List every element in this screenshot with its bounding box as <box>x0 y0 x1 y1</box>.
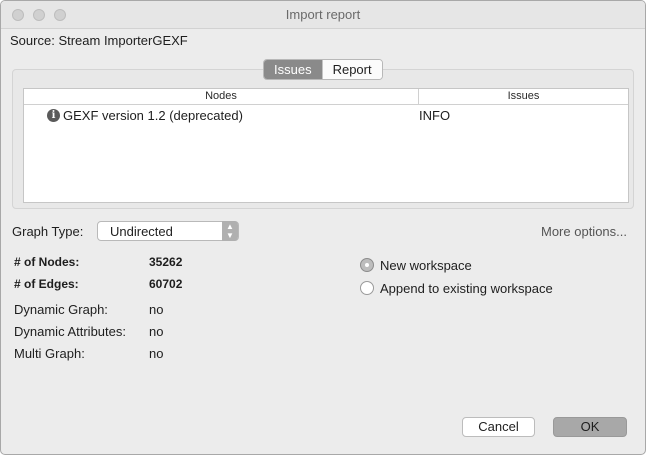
nodes-value: 35262 <box>149 255 183 269</box>
multi-graph-value: no <box>149 346 164 361</box>
table-row-node[interactable]: GEXF version 1.2 (deprecated) <box>63 108 243 123</box>
multi-graph-label: Multi Graph: <box>14 346 85 361</box>
info-icon: i <box>47 109 60 122</box>
issues-table: Nodes Issues <box>23 88 629 203</box>
title-bar: Import report <box>1 1 645 29</box>
import-report-dialog: Import report Source: Stream ImporterGEX… <box>0 0 646 455</box>
graph-type-value: Undirected <box>110 224 173 239</box>
dynamic-graph-label: Dynamic Graph: <box>14 302 108 317</box>
chevron-up-down-icon: ▲ ▼ <box>222 221 238 241</box>
more-options-link[interactable]: More options... <box>541 224 627 239</box>
ok-button[interactable]: OK <box>553 417 627 437</box>
append-workspace-label[interactable]: Append to existing workspace <box>380 281 553 296</box>
tab-bar: Issues Report <box>263 59 383 80</box>
nodes-label: # of Nodes: <box>14 255 80 269</box>
cancel-button[interactable]: Cancel <box>462 417 535 437</box>
graph-type-select[interactable]: Undirected ▲ ▼ <box>97 221 239 241</box>
window-title: Import report <box>285 7 361 22</box>
source-line: Source: Stream ImporterGEXF <box>10 33 188 48</box>
edges-label: # of Edges: <box>14 277 79 291</box>
table-row-issue[interactable]: INFO <box>419 108 450 123</box>
dynamic-graph-value: no <box>149 302 164 317</box>
edges-value: 60702 <box>149 277 183 291</box>
graph-type-label: Graph Type: <box>12 224 84 239</box>
dynamic-attributes-value: no <box>149 324 164 339</box>
new-workspace-radio[interactable] <box>360 258 374 272</box>
column-header-nodes[interactable]: Nodes <box>24 89 418 105</box>
new-workspace-label[interactable]: New workspace <box>380 258 472 273</box>
append-workspace-radio[interactable] <box>360 281 374 295</box>
source-label: Source: <box>10 33 55 48</box>
tab-issues[interactable]: Issues <box>264 60 322 79</box>
source-value: Stream ImporterGEXF <box>58 33 188 48</box>
column-header-issues[interactable]: Issues <box>418 89 628 105</box>
dynamic-attributes-label: Dynamic Attributes: <box>14 324 126 339</box>
tab-report[interactable]: Report <box>321 60 382 79</box>
